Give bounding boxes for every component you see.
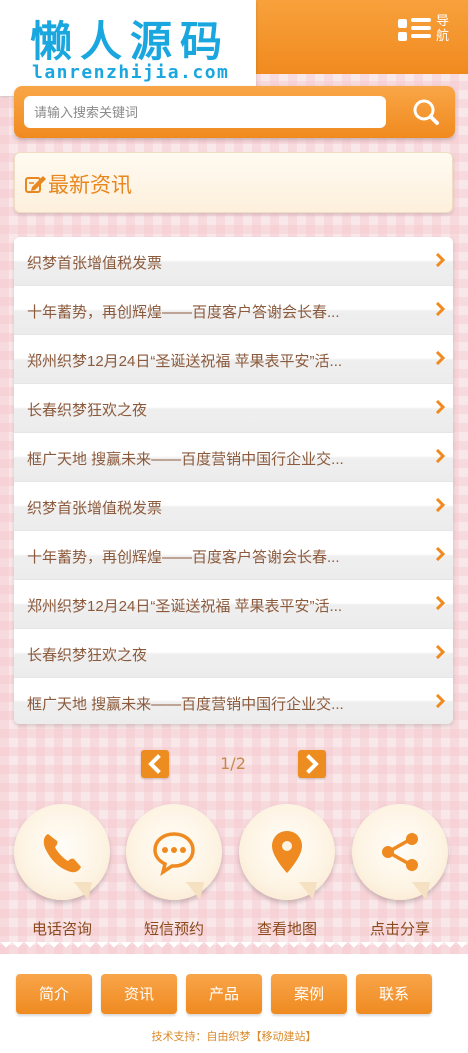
list-item[interactable]: 长春织梦狂欢之夜	[14, 384, 453, 433]
share-icon	[382, 833, 418, 871]
phone-icon	[43, 834, 81, 873]
action-label: 查看地图	[256, 920, 317, 938]
news-title: 郑州织梦12月24日“圣诞送祝福 苹果表平安”活...	[27, 598, 343, 615]
news-title: 长春织梦狂欢之夜	[27, 402, 148, 419]
chevron-right-icon	[435, 351, 445, 365]
footer-nav-intro[interactable]: 简介	[16, 974, 92, 1014]
prev-page-button[interactable]	[141, 750, 169, 778]
chevron-right-icon	[435, 400, 445, 414]
list-item[interactable]: 长春织梦狂欢之夜	[14, 629, 453, 678]
search-input[interactable]	[24, 96, 386, 128]
chevron-right-icon	[435, 596, 445, 610]
list-item[interactable]: 郑州织梦12月24日“圣诞送祝福 苹果表平安”活...	[14, 335, 453, 384]
tech-support-text: 技术支持：自由织梦【移动建站】	[151, 1030, 317, 1043]
news-title: 十年蓄势，再创辉煌——百度客户答谢会长春...	[27, 304, 340, 321]
logo-domain: lanrenzhijia.com	[32, 62, 230, 83]
action-label: 点击分享	[369, 920, 430, 938]
chevron-right-icon	[435, 253, 445, 267]
map-pin-icon	[272, 831, 302, 873]
next-page-button[interactable]	[298, 750, 326, 778]
menu-icon	[396, 16, 432, 44]
news-title: 织梦首张增值税发票	[27, 255, 163, 272]
call-button[interactable]: 电话咨询	[14, 804, 110, 944]
sms-button[interactable]: 短信预约	[126, 804, 222, 944]
chevron-right-icon	[435, 547, 445, 561]
search-button[interactable]	[406, 96, 446, 128]
action-label: 短信预约	[143, 920, 204, 938]
nav-menu-button[interactable]: 导航	[396, 12, 456, 48]
chevron-right-icon	[435, 645, 445, 659]
footer: 简介 资讯 产品 案例 联系 技术支持：自由织梦【移动建站】	[0, 954, 468, 1053]
search-icon	[413, 99, 439, 125]
news-title: 郑州织梦12月24日“圣诞送祝福 苹果表平安”活...	[27, 353, 343, 370]
logo[interactable]: 懒人源码 lanrenzhijia.com	[0, 0, 256, 96]
chevron-right-icon	[306, 754, 319, 774]
logo-chinese: 懒人源码	[30, 17, 231, 66]
section-title: 最新资讯	[48, 173, 132, 197]
list-item[interactable]: 十年蓄势，再创辉煌——百度客户答谢会长春...	[14, 286, 453, 335]
list-item[interactable]: 框广天地 搜赢未来——百度营销中国行企业交...	[14, 433, 453, 482]
news-title: 框广天地 搜赢未来——百度营销中国行企业交...	[27, 451, 344, 468]
chevron-right-icon	[435, 694, 445, 708]
chevron-left-icon	[148, 754, 161, 774]
chevron-right-icon	[435, 302, 445, 316]
edit-icon	[25, 176, 46, 193]
footer-nav-news[interactable]: 资讯	[101, 974, 177, 1014]
nav-label: 导航	[436, 14, 450, 44]
list-item[interactable]: 十年蓄势，再创辉煌——百度客户答谢会长春...	[14, 531, 453, 580]
search-bar	[14, 86, 455, 138]
list-item[interactable]: 框广天地 搜赢未来——百度营销中国行企业交...	[14, 678, 453, 724]
chevron-right-icon	[435, 498, 445, 512]
list-item[interactable]: 织梦首张增值税发票	[14, 237, 453, 286]
news-title: 织梦首张增值税发票	[27, 500, 163, 517]
footer-divider	[0, 942, 468, 954]
list-item[interactable]: 织梦首张增值税发票	[14, 482, 453, 531]
page-indicator: 1/2	[220, 754, 246, 773]
footer-nav-products[interactable]: 产品	[186, 974, 262, 1014]
footer-nav-contact[interactable]: 联系	[356, 974, 432, 1014]
map-button[interactable]: 查看地图	[239, 804, 335, 944]
news-title: 长春织梦狂欢之夜	[27, 647, 148, 664]
news-title: 十年蓄势，再创辉煌——百度客户答谢会长春...	[27, 549, 340, 566]
chat-icon	[153, 832, 195, 876]
chevron-right-icon	[435, 449, 445, 463]
news-title: 框广天地 搜赢未来——百度营销中国行企业交...	[27, 696, 344, 713]
footer-nav-cases[interactable]: 案例	[271, 974, 347, 1014]
section-header: 最新资讯	[14, 152, 453, 213]
share-button[interactable]: 点击分享	[352, 804, 448, 944]
list-item[interactable]: 郑州织梦12月24日“圣诞送祝福 苹果表平安”活...	[14, 580, 453, 629]
action-label: 电话咨询	[31, 920, 92, 938]
news-list: 织梦首张增值税发票 十年蓄势，再创辉煌——百度客户答谢会长春... 郑州织梦12…	[14, 237, 453, 724]
